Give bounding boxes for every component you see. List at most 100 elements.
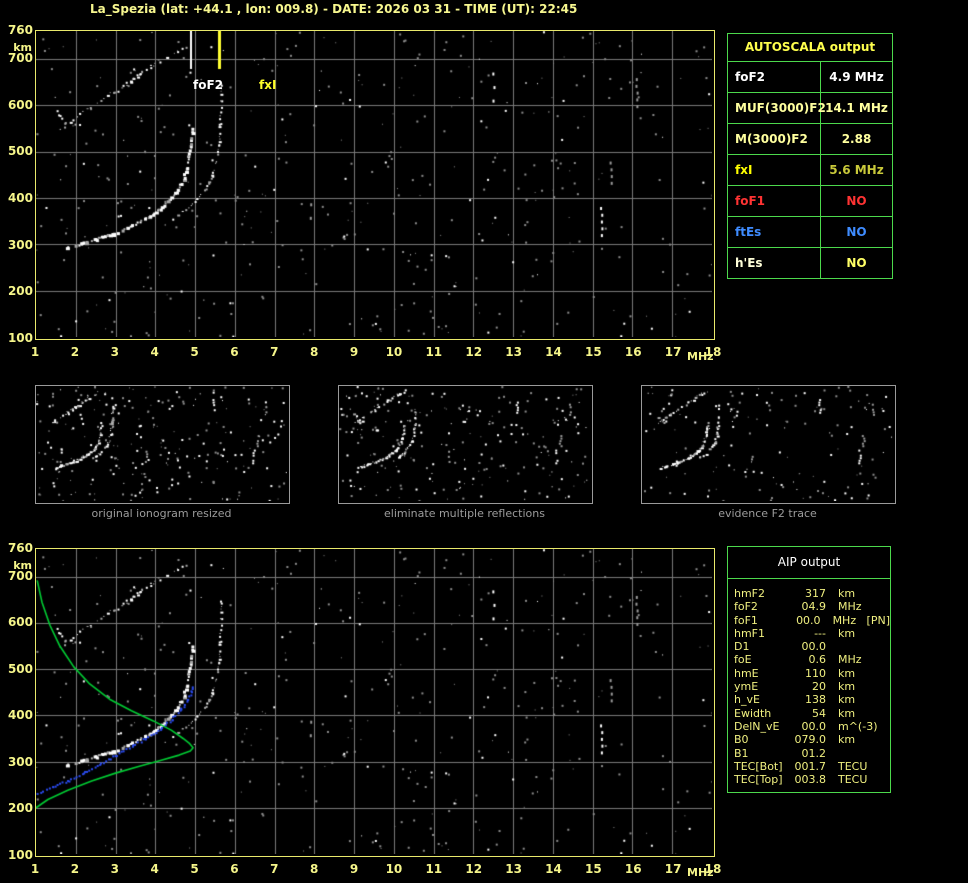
x-tick-label: 8 [309, 862, 319, 876]
y-axis-unit-profile: km [13, 559, 32, 572]
x-tick-label: 14 [545, 862, 562, 876]
y-tick-label: 200 [7, 284, 33, 299]
ionogram-canvas-main [36, 31, 712, 337]
x-tick-label: 5 [190, 345, 199, 359]
aip-label: D1 [734, 640, 750, 654]
y-tick-label: 100 [7, 848, 33, 862]
x-tick-label: 13 [505, 862, 522, 876]
x-tick-label: 12 [465, 862, 483, 876]
aip-value: 0.6 [808, 653, 827, 667]
table-row-m3000f2: M(3000)F2 2.88 [728, 124, 892, 155]
y-axis-unit-main: km [13, 41, 32, 54]
aip-label: B0 [734, 733, 749, 747]
row-label: ftEs [728, 217, 821, 247]
x-tick-label: 17 [664, 345, 682, 359]
aip-row: foE 0.6 MHz [734, 653, 890, 666]
row-value: NO [846, 256, 867, 270]
aip-value: 01.2 [801, 746, 827, 760]
aip-row: B0 079.0 km [734, 733, 890, 746]
aip-label: Ewidth [734, 706, 772, 720]
station-title: La_Spezia (lat: +44.1 , lon: 009.8) - DA… [90, 2, 578, 16]
aip-unit: TECU [838, 759, 868, 773]
aip-row: B1 01.2 [734, 747, 890, 760]
aip-label: B1 [734, 746, 749, 760]
aip-value: 20 [812, 680, 826, 694]
x-tick-label: 11 [425, 345, 443, 359]
aip-row: foF2 04.9 MHz [734, 600, 890, 613]
table-row-muf3000f2: MUF(3000)F2 14.1 MHz [728, 93, 892, 124]
aip-label: TEC[Bot] [734, 759, 783, 773]
row-label: foF1 [728, 186, 821, 216]
thumbnail-canvas [36, 386, 287, 501]
row-value: 5.6 MHz [829, 163, 884, 177]
aip-label: hmF2 [734, 587, 766, 600]
aip-row: D1 00.0 [734, 640, 890, 653]
x-tick-label: 11 [425, 862, 443, 876]
aip-row: hmE 110 km [734, 667, 890, 680]
autoscala-window: La_Spezia (lat: +44.1 , lon: 009.8) - DA… [0, 0, 968, 883]
aip-row: h_vE 138 km [734, 693, 890, 706]
aip-value: --- [814, 626, 826, 640]
thumbnail-canvas [642, 386, 893, 501]
aip-table-body: hmF2 317 km foF2 04.9 MHz foF1 00.0 MHz [PN] hm… [728, 579, 890, 786]
aip-unit: m^(-3) [838, 719, 878, 733]
table-row-fxi: fxI 5.6 MHz [728, 155, 892, 186]
aip-unit: km [838, 587, 856, 600]
y-tick-label: 600 [7, 615, 33, 630]
thumbnail-eliminate-reflections [338, 385, 593, 504]
aip-value: 04.9 [801, 600, 827, 614]
aip-row: hmF2 317 km [734, 587, 890, 600]
aip-value: 110 [805, 666, 826, 680]
aip-value: 079.0 [794, 733, 827, 747]
aip-label: hmF1 [734, 626, 766, 640]
y-tick-label: 760 [7, 23, 33, 37]
autoscala-table-header: AUTOSCALA output [728, 34, 892, 62]
row-value: 4.9 MHz [829, 70, 884, 84]
aip-label: ymE [734, 680, 759, 694]
y-tick-label: 300 [7, 754, 33, 769]
y-tick-label: 300 [7, 237, 33, 252]
x-tick-label: 6 [230, 345, 239, 359]
aip-unit: km [838, 680, 856, 694]
row-label: MUF(3000)F2 [728, 93, 826, 123]
x-tick-label: 8 [309, 345, 319, 359]
thumbnail-caption-evidence: evidence F2 trace [718, 507, 817, 520]
aip-unit: km [838, 693, 856, 707]
y-tick-label: 400 [7, 191, 33, 205]
aip-value: 54 [812, 706, 826, 720]
autoscala-output-table: AUTOSCALA output foF2 4.9 MHz MUF(3000)F… [727, 33, 893, 279]
y-tick-label: 600 [7, 97, 33, 112]
x-tick-label: 15 [584, 862, 602, 876]
aip-value: 00.0 [801, 640, 827, 654]
x-tick-label: 10 [385, 345, 403, 359]
x-tick-label: 16 [624, 345, 642, 359]
x-tick-label: 6 [230, 862, 239, 876]
aip-unit [838, 640, 872, 653]
y-tick-label: 500 [7, 661, 33, 676]
thumbnail-canvas [339, 386, 590, 501]
row-label: foF2 [728, 62, 821, 92]
aip-unit: km [838, 706, 856, 720]
row-label: M(3000)F2 [728, 124, 821, 154]
x-tick-label: 2 [70, 862, 80, 876]
thumbnail-evidence-f2 [641, 385, 896, 504]
row-value: 2.88 [841, 132, 872, 146]
x-tick-label: 9 [349, 862, 359, 876]
x-tick-label: 2 [70, 345, 80, 359]
ionogram-plot-main: foF2 fxI [35, 30, 715, 340]
aip-unit [838, 747, 872, 760]
aip-row: Ewidth 54 km [734, 707, 890, 720]
aip-note: [PN] [866, 613, 890, 627]
y-tick-label: 100 [7, 331, 33, 345]
aip-unit: MHz [832, 613, 857, 627]
aip-row: ymE 20 km [734, 680, 890, 693]
x-tick-label: 13 [505, 345, 522, 359]
aip-label: h_vE [734, 693, 760, 707]
aip-label: foE [734, 653, 752, 667]
y-tick-label: 200 [7, 801, 33, 816]
aip-row: TEC[Top] 003.8 TECU [734, 773, 890, 786]
aip-row: TEC[Bot] 001.7 TECU [734, 760, 890, 773]
row-value: NO [846, 194, 867, 208]
aip-output-table: AIP output hmF2 317 km foF2 04.9 MHz foF1 00.… [727, 546, 891, 793]
row-value: NO [846, 225, 867, 239]
